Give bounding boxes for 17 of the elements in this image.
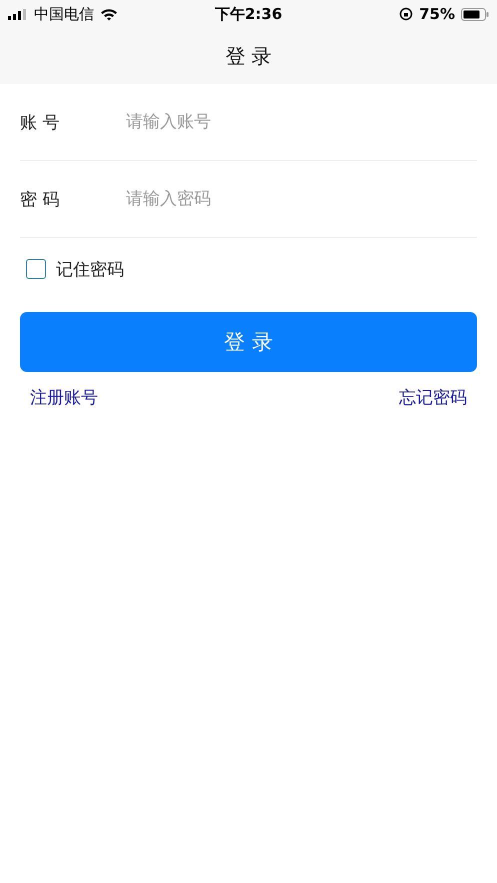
remember-checkbox[interactable] [26, 259, 46, 279]
password-field[interactable]: 请输入密码 [126, 189, 346, 209]
carrier-name: 中国电信 [34, 4, 94, 24]
signal-icon [8, 8, 28, 20]
register-link[interactable]: 注册账号 [30, 386, 98, 409]
status-time: 下午2:36 [214, 4, 282, 24]
battery-percent: 75% [419, 5, 455, 23]
remember-label: 记住密码 [56, 258, 124, 280]
account-field[interactable]: 请输入账号 [126, 112, 346, 132]
forgot-password-link[interactable]: 忘记密码 [399, 386, 467, 409]
wifi-icon [100, 8, 118, 20]
page-title: 登 录 [225, 42, 272, 70]
login-button[interactable]: 登 录 [20, 312, 477, 372]
battery-icon [461, 8, 489, 20]
field-label: 账 号 [20, 112, 60, 134]
field-label: 密 码 [20, 188, 60, 210]
rotation-lock-icon [399, 7, 414, 21]
